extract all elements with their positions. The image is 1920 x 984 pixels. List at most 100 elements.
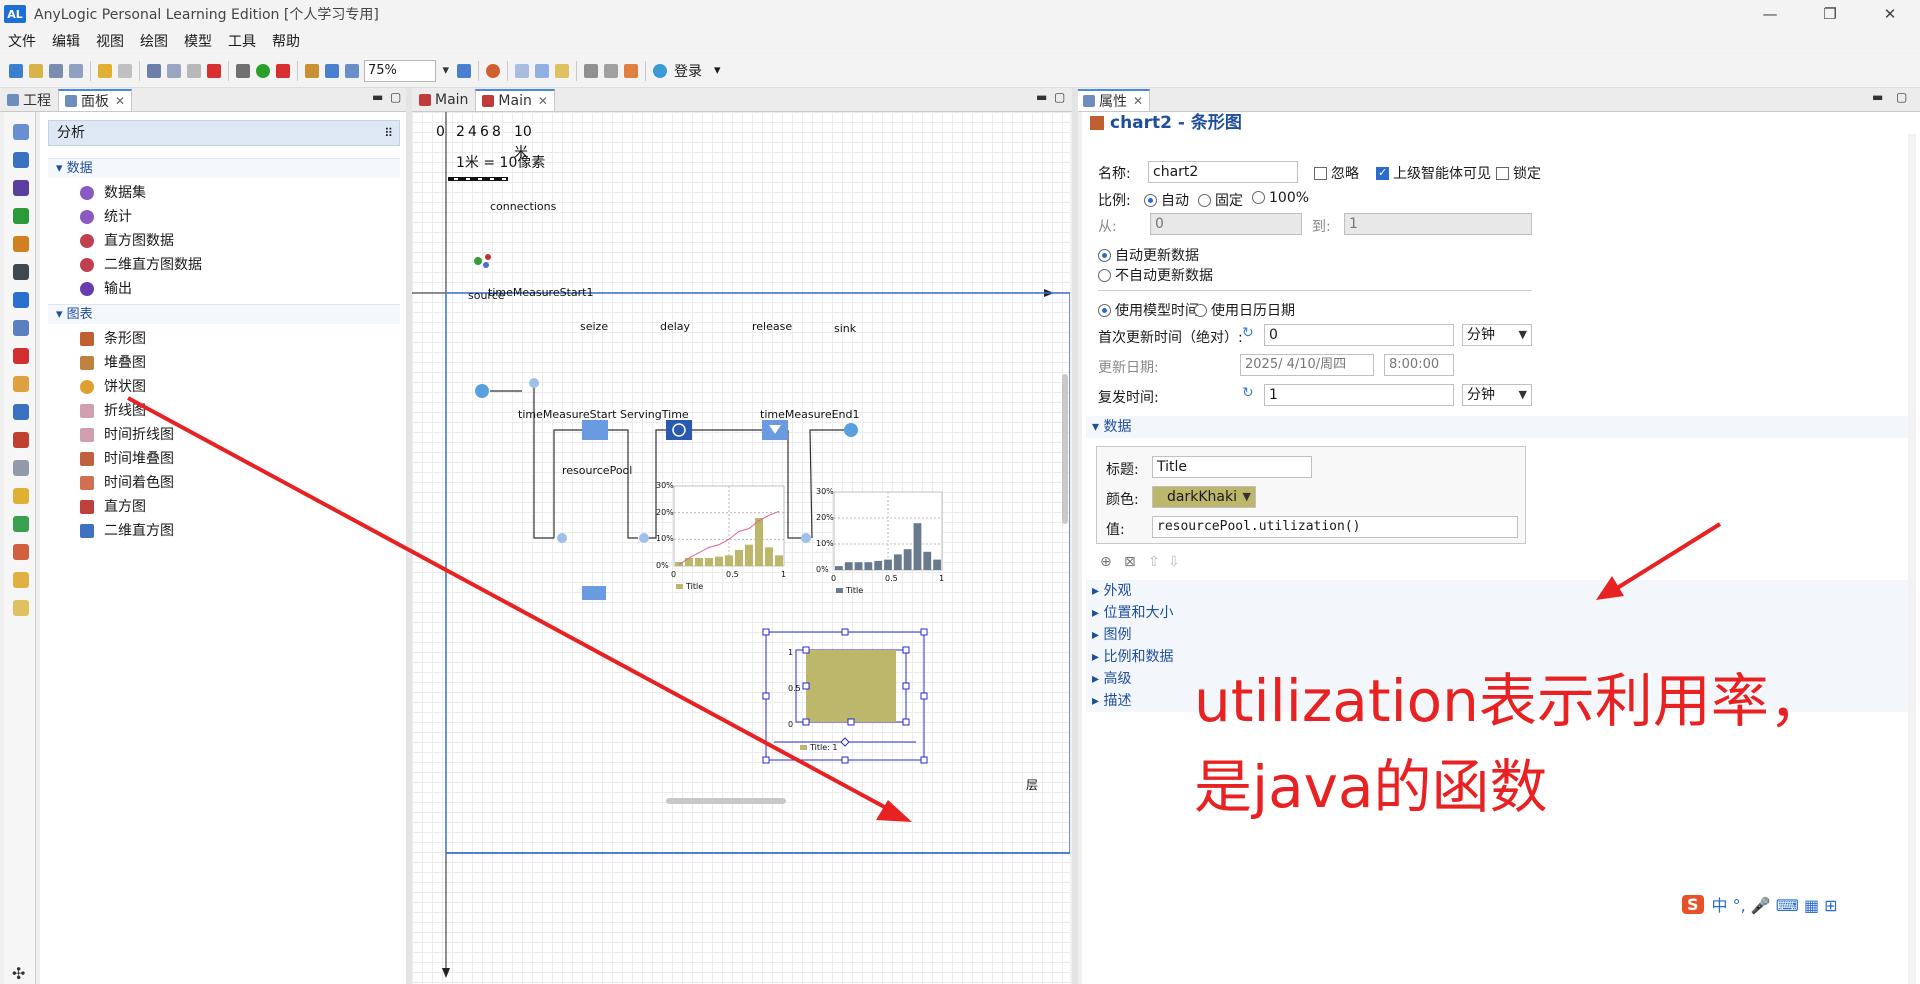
selection-handle[interactable]: [841, 628, 849, 636]
minimize-panel-icon[interactable]: ▬: [372, 90, 383, 104]
palette-item-output[interactable]: 输出: [80, 278, 132, 300]
section-charts[interactable]: ▾ 图表: [48, 304, 400, 324]
close-icon[interactable]: ✕: [115, 94, 125, 108]
distribute-icon[interactable]: [604, 63, 618, 78]
move-up-icon[interactable]: ⇧: [1148, 554, 1160, 570]
to-field[interactable]: 1: [1344, 213, 1532, 235]
palette-item-time-color-chart[interactable]: 时间着色图: [80, 472, 174, 494]
analysis-icon[interactable]: [13, 432, 29, 448]
process-library-icon[interactable]: [13, 152, 29, 168]
selection-handle[interactable]: [802, 646, 810, 654]
palette-item-histogram-data[interactable]: 直方图数据: [80, 230, 174, 252]
system-dynamics-icon[interactable]: [13, 404, 29, 420]
minimize-props-icon[interactable]: ▬: [1872, 90, 1883, 104]
visible-on-upper-level-checkbox[interactable]: 上级智能体可见: [1376, 163, 1491, 183]
snap-icon[interactable]: [535, 63, 549, 78]
menu-draw[interactable]: 绘图: [140, 31, 168, 51]
palette-item-2d-histogram[interactable]: 二维直方图: [80, 520, 174, 542]
tab-properties[interactable]: 属性 ✕: [1076, 89, 1151, 111]
grid-icon[interactable]: [515, 63, 529, 78]
palette-item-time-plot[interactable]: 时间折线图: [80, 424, 174, 446]
scale-fixed-radio[interactable]: 固定: [1198, 190, 1243, 210]
minimize-editor-icon[interactable]: ▬: [1036, 90, 1047, 104]
splitter[interactable]: [1072, 88, 1078, 984]
selection-handle[interactable]: [902, 718, 910, 726]
selection-handle[interactable]: [841, 756, 849, 764]
section-appearance[interactable]: ▸ 外观: [1086, 580, 1916, 602]
tab-project[interactable]: 工程: [0, 89, 58, 111]
dynamic-value-icon[interactable]: ↻: [1242, 385, 1254, 401]
delete-icon[interactable]: [207, 63, 221, 78]
sink-block[interactable]: [844, 423, 858, 437]
favorites-icon[interactable]: [13, 124, 29, 140]
selection-handle[interactable]: [802, 718, 810, 726]
section-position-size[interactable]: ▸ 位置和大小: [1086, 602, 1916, 624]
fluid-icon[interactable]: [13, 292, 29, 308]
first-update-field[interactable]: 0: [1264, 324, 1454, 346]
time-measure-block[interactable]: [639, 533, 649, 543]
lock-checkbox[interactable]: 锁定: [1496, 163, 1541, 183]
palette-item-time-stack-chart[interactable]: 时间堆叠图: [80, 448, 174, 470]
recurrence-field[interactable]: 1: [1264, 384, 1454, 406]
use-calendar-date-radio[interactable]: 使用日历日期: [1194, 300, 1295, 320]
maximize-panel-icon[interactable]: ▢: [390, 90, 401, 104]
move-down-icon[interactable]: ⇩: [1168, 554, 1180, 570]
login-dropdown-icon[interactable]: ▾: [714, 63, 721, 78]
menu-edit[interactable]: 编辑: [52, 31, 80, 51]
run-icon[interactable]: [256, 63, 270, 78]
section-data[interactable]: ▾ 数据: [48, 158, 400, 178]
menu-tools[interactable]: 工具: [228, 31, 256, 51]
name-field[interactable]: chart2: [1148, 161, 1298, 183]
remove-item-icon[interactable]: ⊠: [1124, 554, 1136, 570]
close-icon[interactable]: ✕: [1133, 94, 1143, 108]
menu-help[interactable]: 帮助: [272, 31, 300, 51]
delay-block[interactable]: [666, 420, 692, 440]
graphical-editor[interactable]: 0 2 4 6 8 10 米 1米 = 10像素 connections sou…: [412, 112, 1070, 984]
menu-file[interactable]: 文件: [8, 31, 36, 51]
zoom-icon[interactable]: [345, 63, 359, 78]
save-all-icon[interactable]: [69, 63, 83, 78]
series-title-field[interactable]: Title: [1152, 456, 1312, 478]
tab-main-2[interactable]: Main ✕: [475, 89, 555, 111]
layers-button[interactable]: 层: [1026, 776, 1038, 793]
resource-pool-block[interactable]: [582, 586, 606, 600]
palette-item-2d-histogram-data[interactable]: 二维直方图数据: [80, 254, 202, 276]
ime-toolbar[interactable]: S 中 °, 🎤 ⌨ ▦ ⊞: [1676, 888, 1844, 920]
maximize-editor-icon[interactable]: ▢: [1054, 90, 1065, 104]
selection-handle[interactable]: [762, 628, 770, 636]
section-legend[interactable]: ▸ 图例: [1086, 624, 1916, 646]
view-mode-icon[interactable]: ⠿: [384, 121, 393, 145]
palette-item-pie-chart[interactable]: 饼状图: [80, 376, 146, 398]
save-icon[interactable]: [49, 63, 63, 78]
copy-icon[interactable]: [167, 63, 181, 78]
selection-handle[interactable]: [902, 682, 910, 690]
zoom-fit-icon[interactable]: [325, 63, 339, 78]
material-handling-icon[interactable]: [13, 320, 29, 336]
build-icon[interactable]: [236, 63, 250, 78]
road-traffic-icon[interactable]: [13, 264, 29, 280]
marketplace-icon[interactable]: [13, 572, 29, 588]
time-measure-start-block[interactable]: [529, 378, 539, 388]
new-model-icon[interactable]: [9, 63, 23, 78]
selection-handle[interactable]: [802, 682, 810, 690]
maximize-button[interactable]: ❐: [1800, 0, 1860, 28]
scale-100-radio[interactable]: 100%: [1252, 190, 1309, 206]
zoom-search-icon[interactable]: [457, 63, 471, 78]
selection-handle[interactable]: [920, 628, 928, 636]
palette-item-stack-chart[interactable]: 堆叠图: [80, 352, 146, 374]
library-icon[interactable]: [13, 600, 29, 616]
selection-handle[interactable]: [920, 692, 928, 700]
menu-view[interactable]: 视图: [96, 31, 124, 51]
first-update-unit-select[interactable]: 分钟: [1462, 324, 1532, 346]
layers-icon[interactable]: [555, 63, 569, 78]
industry-icon[interactable]: [13, 180, 29, 196]
presentation-icon[interactable]: [13, 376, 29, 392]
vertical-scrollbar[interactable]: [1062, 374, 1068, 524]
properties-scrollbar[interactable]: [1908, 134, 1916, 984]
add-item-icon[interactable]: ⊕: [1100, 554, 1112, 570]
cut-icon[interactable]: [147, 63, 161, 78]
connect-icon[interactable]: [305, 63, 319, 78]
close-icon[interactable]: ✕: [538, 94, 548, 108]
tab-main-1[interactable]: Main: [412, 89, 475, 111]
selection-handle[interactable]: [762, 756, 770, 764]
